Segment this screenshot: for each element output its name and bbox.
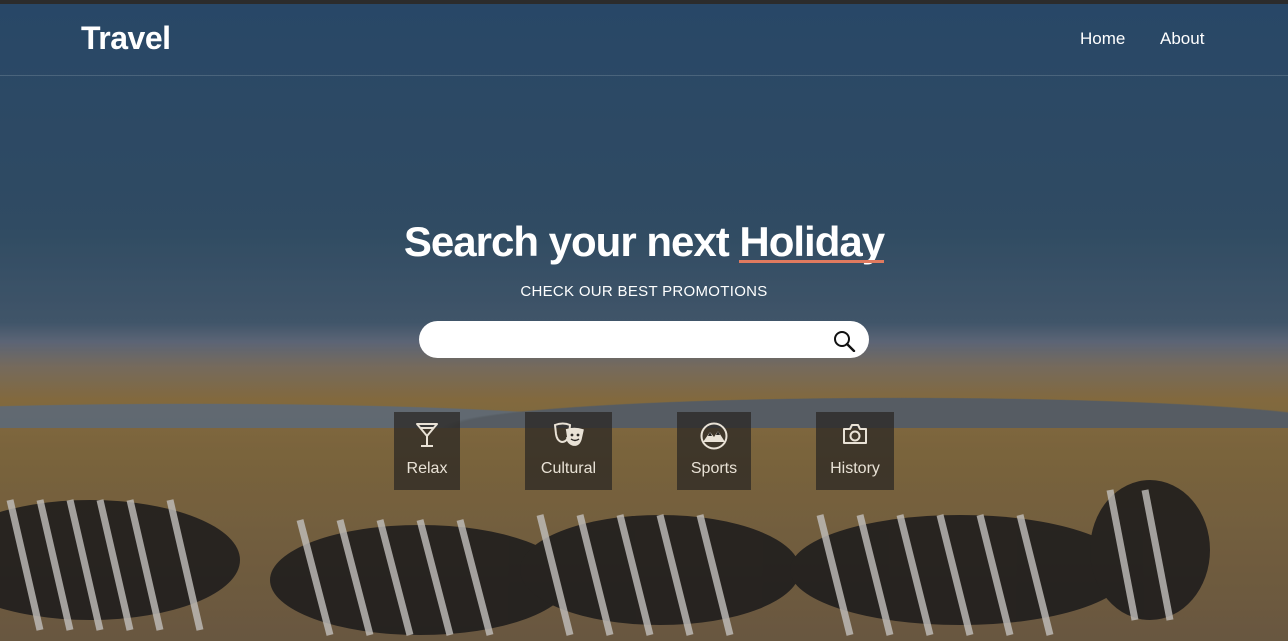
category-label: Cultural: [540, 460, 597, 477]
category-sports[interactable]: Sports: [677, 412, 751, 490]
category-label: Relax: [406, 460, 448, 477]
nav-about-link[interactable]: About: [1160, 29, 1204, 49]
search-bar: [419, 321, 869, 358]
navbar: Travel Home About: [0, 4, 1288, 76]
hero-title-prefix: Search your next: [403, 218, 730, 265]
category-label: Sports: [690, 460, 738, 477]
search-input[interactable]: [435, 327, 829, 353]
camera-icon: [843, 424, 867, 444]
hero-title-accent: Holiday: [739, 218, 885, 265]
cocktail-icon: [416, 423, 438, 447]
hero-title: Search your next Holiday: [0, 218, 1288, 266]
search-icon[interactable]: [832, 330, 856, 352]
category-cultural[interactable]: Cultural: [525, 412, 612, 490]
brand-logo[interactable]: Travel: [81, 20, 171, 57]
category-relax[interactable]: Relax: [394, 412, 460, 490]
nav-home-link[interactable]: Home: [1080, 29, 1125, 49]
category-history[interactable]: History: [816, 412, 894, 490]
theater-masks-icon: [553, 422, 584, 446]
category-label: History: [830, 460, 880, 477]
hero-subtitle: CHECK OUR BEST PROMOTIONS: [520, 283, 768, 300]
mountain-icon: [700, 422, 728, 450]
